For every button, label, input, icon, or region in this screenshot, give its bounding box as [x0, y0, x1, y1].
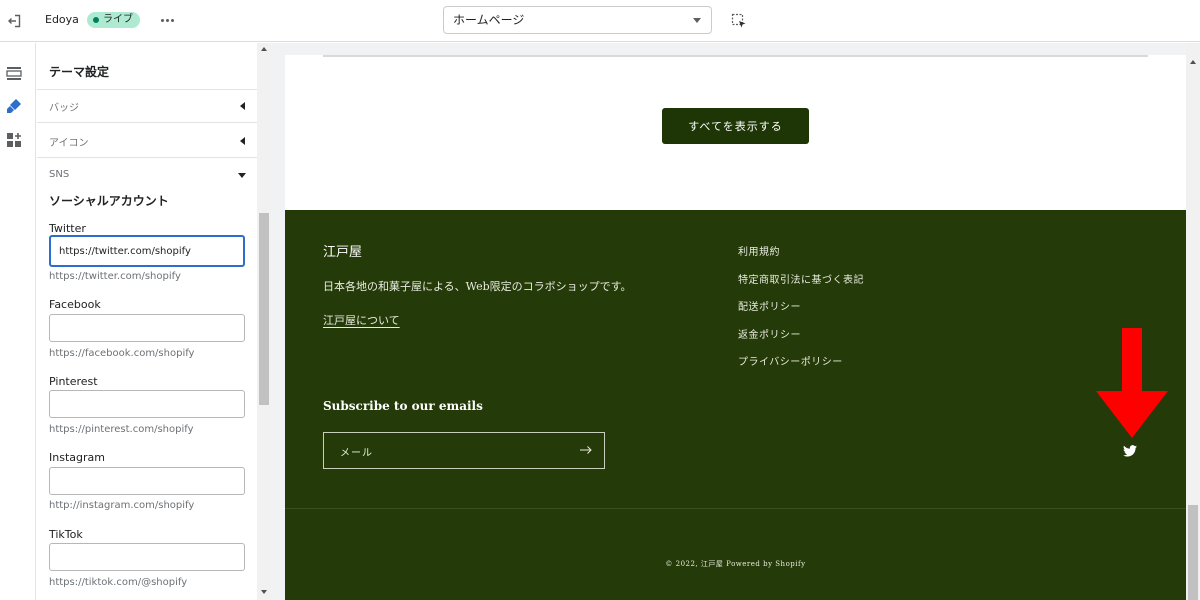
social-accounts-heading: ソーシャルアカウント — [49, 194, 169, 208]
email-field[interactable]: メール — [323, 432, 605, 469]
annotation-arrow — [1096, 328, 1168, 438]
twitter-icon — [1123, 445, 1137, 457]
panel-scroll-thumb[interactable] — [259, 213, 269, 405]
tiktok-label: TikTok — [49, 528, 83, 541]
pinterest-label: Pinterest — [49, 375, 98, 388]
chevron-down-icon — [693, 18, 701, 23]
sections-icon — [6, 67, 22, 80]
tiktok-help: https://tiktok.com/@shopify — [49, 577, 188, 588]
twitter-label: Twitter — [49, 222, 86, 235]
rail-theme-settings-button[interactable] — [4, 96, 24, 116]
footer-links: 利用規約 特定商取引法に基づく表記 配送ポリシー 返金ポリシー プライバシーポリ… — [738, 243, 864, 381]
inspector-icon — [731, 13, 746, 28]
preview-scroll-thumb[interactable] — [1188, 505, 1198, 600]
scroll-down-icon[interactable] — [261, 590, 267, 594]
facebook-field[interactable] — [49, 314, 245, 342]
twitter-help: https://twitter.com/shopify — [49, 271, 181, 282]
footer-link-shipping[interactable]: 配送ポリシー — [738, 298, 864, 326]
accordion-sns-label: SNS — [49, 169, 70, 180]
accordion-badge-label: バッジ — [49, 103, 79, 114]
rail-sections-button[interactable] — [4, 63, 24, 83]
editor-nav-rail — [0, 43, 36, 600]
exit-icon — [8, 14, 21, 28]
chevron-left-icon — [240, 137, 245, 145]
inspector-button[interactable] — [728, 10, 750, 32]
email-placeholder: メール — [340, 448, 373, 459]
footer-link-legal[interactable]: 特定商取引法に基づく表記 — [738, 271, 864, 299]
footer-link-refund[interactable]: 返金ポリシー — [738, 326, 864, 354]
accordion-icon[interactable]: アイコン — [49, 134, 245, 149]
accordion-badge[interactable]: バッジ — [49, 99, 245, 114]
divider — [37, 122, 257, 123]
live-badge-label: ライブ — [103, 14, 133, 25]
divider — [37, 157, 257, 158]
store-name: Edoya — [45, 13, 79, 26]
accordion-icon-label: アイコン — [49, 138, 89, 149]
theme-settings-panel: テーマ設定 バッジ アイコン SNS ソーシャルアカウント Twitter ht… — [37, 43, 257, 600]
panel-scrollbar[interactable] — [257, 43, 271, 600]
facebook-label: Facebook — [49, 298, 101, 311]
facebook-help: https://facebook.com/shopify — [49, 348, 195, 359]
footer-link-terms[interactable]: 利用規約 — [738, 243, 864, 271]
page-selector[interactable]: ホームページ — [443, 6, 712, 34]
page-selector-value: ホームページ — [453, 13, 525, 27]
accordion-sns[interactable]: SNS — [49, 169, 246, 180]
tiktok-field[interactable] — [49, 543, 245, 571]
divider — [323, 55, 1148, 57]
top-bar: Edoya ライブ ホームページ — [0, 0, 1200, 42]
exit-button[interactable] — [0, 0, 28, 42]
more-actions-button[interactable] — [158, 12, 176, 28]
twitter-link[interactable] — [1123, 444, 1137, 458]
footer-link-privacy[interactable]: プライバシーポリシー — [738, 353, 864, 381]
instagram-help: http://instagram.com/shopify — [49, 500, 195, 511]
subscribe-submit-button[interactable] — [578, 442, 594, 458]
brush-icon — [7, 99, 21, 113]
subscribe-title: Subscribe to our emails — [323, 399, 483, 413]
pinterest-field[interactable] — [49, 390, 245, 418]
copyright: © 2022, 江戸屋 Powered by Shopify — [665, 560, 806, 568]
store-footer: 江戸屋 日本各地の和菓子屋による、Web限定のコラボショップです。 江戸屋につい… — [285, 210, 1186, 600]
scroll-up-icon[interactable] — [261, 47, 267, 51]
footer-brand: 江戸屋 — [323, 245, 363, 260]
scroll-up-icon[interactable] — [1190, 60, 1196, 64]
panel-title: テーマ設定 — [49, 65, 110, 79]
pinterest-help: https://pinterest.com/shopify — [49, 424, 194, 435]
arrow-right-icon — [580, 446, 592, 454]
store-preview: すべてを表示する 江戸屋 日本各地の和菓子屋による、Web限定のコラボショップで… — [285, 55, 1186, 600]
chevron-left-icon — [240, 102, 245, 110]
twitter-field[interactable] — [49, 235, 245, 267]
rail-apps-button[interactable] — [4, 130, 24, 150]
instagram-label: Instagram — [49, 451, 105, 464]
divider — [37, 89, 257, 90]
live-status-badge: ライブ — [87, 12, 140, 28]
footer-tagline: 日本各地の和菓子屋による、Web限定のコラボショップです。 — [323, 280, 632, 293]
show-all-button[interactable]: すべてを表示する — [662, 108, 809, 144]
about-link[interactable]: 江戸屋について — [323, 312, 400, 328]
instagram-field[interactable] — [49, 467, 245, 495]
preview-scrollbar[interactable] — [1186, 43, 1200, 600]
live-dot-icon — [93, 17, 99, 23]
apps-icon — [7, 133, 21, 147]
more-icon — [160, 18, 164, 22]
chevron-down-icon — [238, 173, 246, 178]
divider — [285, 508, 1186, 509]
